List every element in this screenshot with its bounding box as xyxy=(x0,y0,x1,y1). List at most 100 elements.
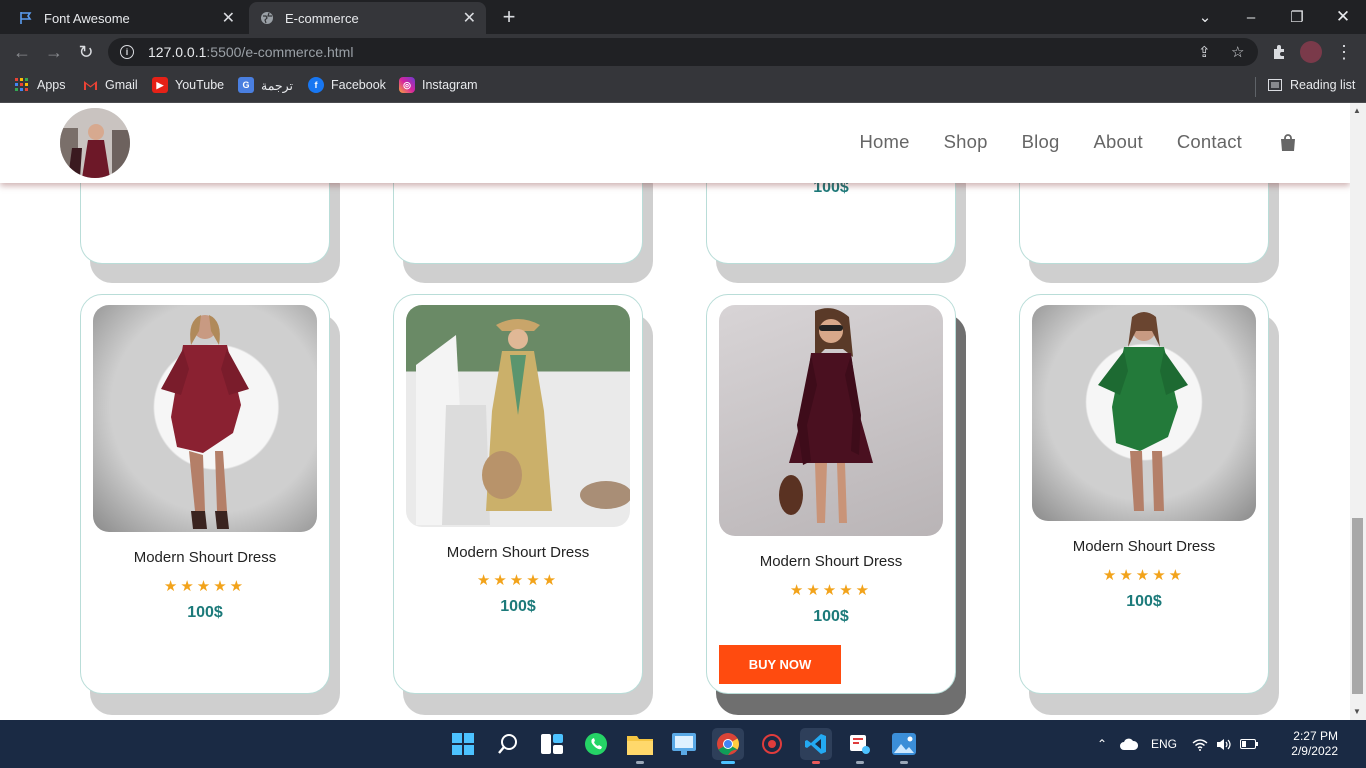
tab-e-commerce[interactable]: E-commerce ✕ xyxy=(249,2,486,34)
battery-icon[interactable] xyxy=(1240,720,1258,768)
globe-icon xyxy=(259,10,275,26)
vscode-icon[interactable] xyxy=(800,728,832,764)
menu-icon[interactable]: ⋮ xyxy=(1332,40,1356,64)
search-icon[interactable] xyxy=(492,728,524,760)
bookmark-divider xyxy=(1255,77,1256,97)
running-indicator xyxy=(721,761,735,764)
running-indicator xyxy=(636,761,644,764)
show-hidden-icons[interactable]: ⌃ xyxy=(1097,720,1107,768)
close-icon[interactable]: ✕ xyxy=(463,8,476,28)
rating-stars: ★★★★★ xyxy=(476,572,560,589)
product-name: Modern Shourt Dress xyxy=(446,544,590,561)
whatsapp-icon[interactable] xyxy=(580,728,612,760)
chrome-icon[interactable] xyxy=(712,728,744,764)
volume-icon[interactable] xyxy=(1216,720,1232,768)
bookmark-gmail[interactable]: Gmail xyxy=(82,77,138,93)
extensions-icon[interactable] xyxy=(1267,40,1291,64)
tab-title: E-commerce xyxy=(285,10,359,26)
forward-button[interactable]: → xyxy=(42,40,66,64)
windows-start-icon[interactable] xyxy=(447,728,479,760)
photos-icon[interactable] xyxy=(888,728,920,764)
bookmark-apps[interactable]: Apps xyxy=(14,77,66,93)
scroll-down-arrow[interactable]: ▼ xyxy=(1353,707,1361,716)
page-scrollbar[interactable]: ▲ ▼ xyxy=(1350,103,1366,720)
rating-stars: ★★★★★ xyxy=(789,582,873,599)
address-bar[interactable]: i 127.0.0.1:5500/e-commerce.html ⇪ ☆ xyxy=(108,38,1258,66)
language-indicator[interactable]: ENG xyxy=(1151,720,1177,768)
instagram-icon: ◎ xyxy=(399,77,415,93)
nav-home[interactable]: Home xyxy=(859,131,909,153)
product-price: 100$ xyxy=(500,598,536,615)
bookmark-label: ترجمة xyxy=(261,78,294,93)
bookmarks-bar: Apps Gmail ▶ YouTube G ترجمة f Facebook … xyxy=(0,70,1366,103)
nav-contact[interactable]: Contact xyxy=(1177,131,1242,153)
file-explorer-icon[interactable] xyxy=(624,728,656,764)
site-info-icon[interactable]: i xyxy=(120,45,134,59)
tab-title: Font Awesome xyxy=(44,10,130,26)
translate-icon: G xyxy=(238,77,254,93)
product-image[interactable] xyxy=(93,305,317,532)
profile-avatar[interactable] xyxy=(1300,41,1322,63)
task-view-icon[interactable] xyxy=(536,728,568,760)
bookmark-star-icon[interactable]: ☆ xyxy=(1231,43,1244,61)
flag-icon xyxy=(18,10,34,26)
bookmark-label: Facebook xyxy=(331,78,386,92)
close-icon[interactable]: ✕ xyxy=(222,8,235,28)
running-indicator xyxy=(812,761,820,764)
apps-grid-icon xyxy=(14,77,30,93)
system-clock[interactable]: 2:27 PM 2/9/2022 xyxy=(1291,729,1338,759)
back-button[interactable]: ← xyxy=(10,40,34,64)
rating-stars: ★★★★★ xyxy=(1102,567,1186,584)
product-price: 100$ xyxy=(187,604,223,621)
minimize-button[interactable]: – xyxy=(1228,0,1274,34)
bookmark-label: Apps xyxy=(37,78,66,92)
bookmark-label: YouTube xyxy=(175,78,225,92)
reading-list-icon xyxy=(1267,77,1283,93)
scrollbar-thumb[interactable] xyxy=(1352,518,1363,694)
control-panel-icon[interactable] xyxy=(668,728,700,760)
reading-list-label: Reading list xyxy=(1290,78,1356,92)
browser-tab-strip: Font Awesome ✕ E-commerce ✕ + ⌄ – ❐ ✕ xyxy=(0,0,1366,34)
bookmark-facebook[interactable]: f Facebook xyxy=(308,77,386,93)
new-tab-button[interactable]: + xyxy=(498,4,520,30)
share-icon[interactable]: ⇪ xyxy=(1198,43,1211,61)
nav-shop[interactable]: Shop xyxy=(944,131,988,153)
youtube-icon: ▶ xyxy=(152,77,168,93)
reading-list-button[interactable]: Reading list xyxy=(1267,77,1355,93)
browser-toolbar: ← → ↻ i 127.0.0.1:5500/e-commerce.html ⇪… xyxy=(0,34,1366,70)
url-text: 127.0.0.1:5500/e-commerce.html xyxy=(148,44,354,60)
tab-font-awesome[interactable]: Font Awesome ✕ xyxy=(8,2,245,34)
bookmark-translate[interactable]: G ترجمة xyxy=(238,77,293,93)
nav-blog[interactable]: Blog xyxy=(1022,131,1060,153)
product-price: 100$ xyxy=(813,608,849,625)
site-header: Home Shop Blog About Contact xyxy=(0,103,1350,183)
product-price: 100$ xyxy=(1126,593,1162,610)
restore-button[interactable]: ❐ xyxy=(1274,0,1320,34)
onedrive-cloud-icon[interactable] xyxy=(1120,720,1138,768)
clock-time: 2:27 PM xyxy=(1293,729,1338,743)
main-nav: Home Shop Blog About Contact xyxy=(825,131,1296,153)
site-logo[interactable] xyxy=(60,108,130,178)
product-image[interactable] xyxy=(719,305,943,536)
product-name: Modern Shourt Dress xyxy=(1072,538,1216,555)
buy-now-button[interactable]: BUY NOW xyxy=(719,645,841,684)
facebook-icon: f xyxy=(308,77,324,93)
product-image[interactable] xyxy=(406,305,630,527)
gmail-icon xyxy=(82,77,98,93)
shopping-bag-icon[interactable] xyxy=(1280,133,1296,151)
tab-search-icon[interactable]: ⌄ xyxy=(1182,0,1228,34)
bookmark-label: Gmail xyxy=(105,78,138,92)
snipping-tool-icon[interactable] xyxy=(844,728,876,764)
bookmark-youtube[interactable]: ▶ YouTube xyxy=(152,77,224,93)
scroll-up-arrow[interactable]: ▲ xyxy=(1353,106,1361,115)
record-app-icon[interactable] xyxy=(756,728,788,760)
reload-button[interactable]: ↻ xyxy=(74,40,98,64)
bookmark-label: Instagram xyxy=(422,78,478,92)
bookmark-instagram[interactable]: ◎ Instagram xyxy=(399,77,478,93)
product-image[interactable] xyxy=(1032,305,1256,521)
nav-about[interactable]: About xyxy=(1093,131,1142,153)
running-indicator xyxy=(900,761,908,764)
close-window-button[interactable]: ✕ xyxy=(1320,0,1366,34)
running-indicator xyxy=(856,761,864,764)
wifi-icon[interactable] xyxy=(1192,720,1208,768)
